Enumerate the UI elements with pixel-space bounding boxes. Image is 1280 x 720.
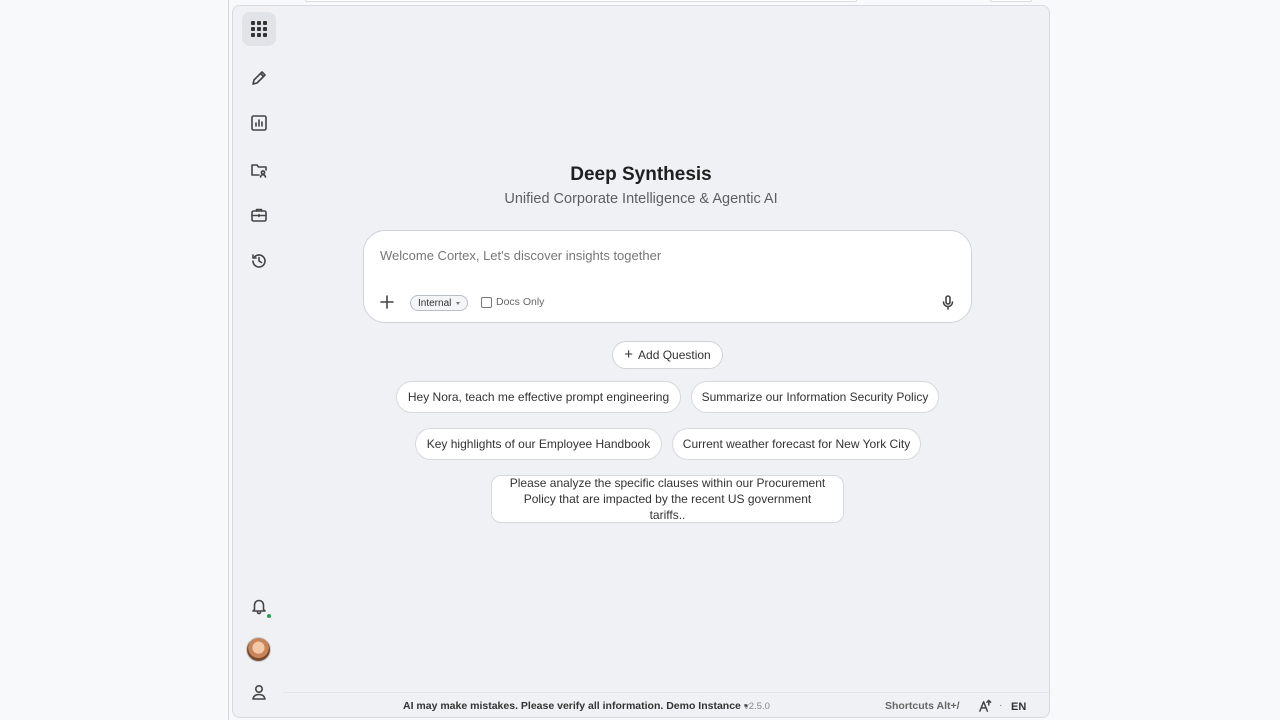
docs-only-label: Docs Only [496,296,545,308]
page-subtitle: Unified Corporate Intelligence & Agentic… [504,191,778,207]
footer-divider [283,692,1049,693]
history-icon [252,254,266,268]
page-title: Deep Synthesis [570,164,712,185]
chevron-down-icon [456,301,461,305]
version-label: v2.5.0 [744,701,770,712]
window-edge [228,0,229,720]
microphone-icon[interactable] [940,294,956,310]
suggestion-chip[interactable]: Please analyze the specific clauses with… [491,475,844,523]
prompt-input[interactable] [380,243,940,267]
plus-icon: + [624,346,634,363]
mode-dropdown[interactable]: Internal [410,295,469,311]
top-tab-edge-right [990,0,1032,2]
bar-chart-icon [251,115,267,131]
grid-icon [251,21,267,37]
suggestion-chip[interactable]: Hey Nora, teach me effective prompt engi… [396,381,681,413]
suggestion-chip[interactable]: Key highlights of our Employee Handbook [415,428,662,460]
ai-disclaimer: AI may make mistakes. Please verify all … [403,700,748,712]
suggestion-chip[interactable]: Summarize our Information Security Polic… [691,381,939,413]
top-tab-edge [305,0,857,2]
avatar[interactable] [246,637,271,662]
apps-button[interactable] [242,12,276,46]
docs-only-toggle[interactable]: Docs Only [481,296,544,308]
history-button[interactable] [242,244,276,278]
suggestion-chip[interactable]: Current weather forecast for New York Ci… [672,428,921,460]
footer-separator: · [999,700,1003,711]
language-selector[interactable]: EN [1011,701,1026,713]
compose-button[interactable] [242,61,276,95]
app-frame: Deep Synthesis Unified Corporate Intelli… [232,5,1050,718]
notification-indicator [267,614,271,618]
notifications-button[interactable] [242,589,276,623]
add-question-button[interactable]: + Add Question [612,341,723,369]
shortcuts-hint[interactable]: Shortcuts Alt+/ [885,700,960,712]
docs-only-checkbox[interactable] [481,296,492,308]
add-question-label: Add Question [638,348,711,362]
pencil-icon [252,71,266,85]
analytics-button[interactable] [242,106,276,140]
text-size-icon[interactable] [978,698,993,713]
user-icon [252,684,266,700]
composer: Internal Docs Only [363,230,972,323]
briefcase-icon [251,208,267,222]
account-button[interactable] [242,675,276,709]
mode-dropdown-label: Internal [418,297,452,309]
attach-plus-icon[interactable] [379,294,395,310]
bell-icon [252,599,266,615]
